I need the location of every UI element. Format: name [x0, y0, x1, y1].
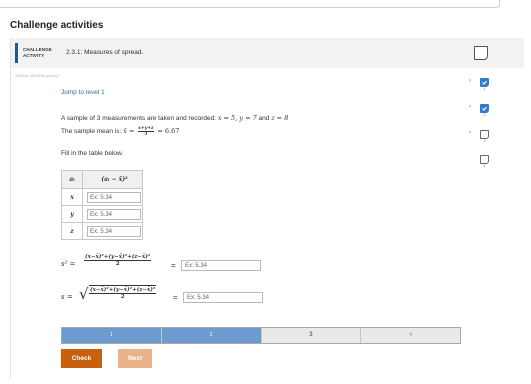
checkmark-icon	[480, 104, 489, 113]
problem-intro-line: A sample of 3 measurements are taken and…	[61, 112, 288, 125]
problem-intro: A sample of 3 measurements are taken and…	[61, 115, 218, 122]
chevron-right-icon: ›	[469, 104, 471, 110]
and-text: and	[256, 115, 272, 122]
table-row: y Ex: 5.34	[61, 205, 143, 223]
stddev-input[interactable]: Ex: 5.34	[183, 292, 263, 303]
col-header-ai: aᵢ	[61, 170, 83, 189]
activity-title: 2.3.1: Measures of spread.	[66, 49, 144, 56]
top-frame	[0, 0, 500, 8]
stddev-fraction: (x−x̄)²+(y−x̄)²+(z−x̄)² 2	[89, 285, 157, 300]
check-button[interactable]: Check	[61, 349, 102, 368]
fill-instruction: Fill in the table below.	[61, 150, 124, 157]
problem-statement: A sample of 3 measurements are taken and…	[61, 112, 288, 139]
bookmark-icon[interactable]	[474, 46, 488, 60]
variance-input[interactable]: Ex: 5.34	[181, 260, 261, 271]
row-var-x: x	[61, 188, 83, 206]
chevron-right-icon: ›	[469, 78, 471, 84]
row-input-cell: Ex: 5.34	[82, 188, 143, 206]
stddev-lhs: s =	[61, 293, 73, 301]
badge-line-2: ACTIVITY	[23, 53, 45, 58]
progress-segment-3[interactable]: 3	[261, 328, 362, 343]
variance-equals: =	[171, 261, 176, 270]
progress-segment-4[interactable]: 4	[361, 328, 460, 343]
col-header-deviation: (aᵢ − x̄)²	[82, 170, 143, 189]
stddev-denominator: 2	[120, 294, 125, 300]
activity-id: 358546.3661655.qxlzqy7	[15, 73, 60, 78]
sample-mean-line: The sample mean is: x̄ = x+y+z 3 = 6.67	[61, 125, 288, 139]
sqrt-symbol: √	[79, 285, 89, 303]
page-title: Challenge activities	[10, 20, 104, 31]
variance-numerator: (x−x̄)²+(y−x̄)²+(z−x̄)²	[84, 254, 152, 261]
z-value: z = 8	[271, 114, 289, 122]
level-number: 1	[483, 87, 486, 91]
level-box-icon	[480, 155, 489, 164]
activity-header: CHALLENGE ACTIVITY 2.3.1: Measures of sp…	[11, 38, 524, 68]
row-input-cell: Ex: 5.34	[82, 205, 143, 223]
mean-denominator: 3	[144, 131, 148, 137]
x-deviation-input[interactable]: Ex: 5.34	[87, 191, 141, 203]
z-deviation-input[interactable]: Ex: 5.34	[87, 225, 141, 237]
level-progress-bar: 1 2 3 4	[61, 327, 461, 344]
level-indicator-4[interactable]: 4	[480, 155, 490, 168]
x-y-values: x = 5, y = 7	[217, 114, 257, 122]
progress-segment-1[interactable]: 1	[62, 328, 162, 343]
row-var-z: z	[61, 222, 83, 240]
deviation-table: aᵢ (aᵢ − x̄)² x Ex: 5.34 y Ex: 5.34 z Ex…	[61, 170, 143, 240]
row-input-cell: Ex: 5.34	[82, 222, 143, 240]
y-deviation-input[interactable]: Ex: 5.34	[87, 208, 141, 220]
level-indicator-2[interactable]: 2	[480, 104, 490, 117]
challenge-activity-badge: CHALLENGE ACTIVITY	[15, 43, 55, 63]
level-indicator-1[interactable]: 1	[480, 78, 490, 91]
level-number: 2	[483, 113, 486, 117]
stddev-numerator: (x−x̄)²+(y−x̄)²+(z−x̄)²	[89, 287, 157, 294]
mean-result: = 6.67	[157, 127, 180, 135]
chevron-right-icon: ›	[469, 130, 471, 136]
level-indicator-3[interactable]: 3	[480, 130, 490, 143]
stddev-equals: =	[173, 293, 178, 302]
variance-lhs: s² =	[61, 260, 76, 268]
variance-denominator: 2	[115, 261, 120, 267]
progress-segment-2[interactable]: 2	[161, 328, 262, 343]
table-header-row: aᵢ (aᵢ − x̄)²	[61, 170, 143, 189]
table-row: z Ex: 5.34	[61, 222, 143, 240]
checkmark-icon	[480, 78, 489, 87]
level-number: 4	[483, 164, 486, 168]
row-var-y: y	[61, 205, 83, 223]
level-box-icon	[480, 130, 489, 139]
table-row: x Ex: 5.34	[61, 188, 143, 206]
variance-fraction: (x−x̄)²+(y−x̄)²+(z−x̄)² 2	[84, 254, 152, 267]
mean-prefix: The sample mean is:	[61, 128, 124, 135]
xbar-label: x̄ =	[123, 127, 135, 135]
mean-fraction: x+y+z 3	[138, 126, 154, 137]
jump-to-level-link[interactable]: Jump to level 1	[61, 89, 105, 96]
level-number: 3	[483, 139, 486, 143]
next-button[interactable]: Next	[118, 349, 152, 368]
